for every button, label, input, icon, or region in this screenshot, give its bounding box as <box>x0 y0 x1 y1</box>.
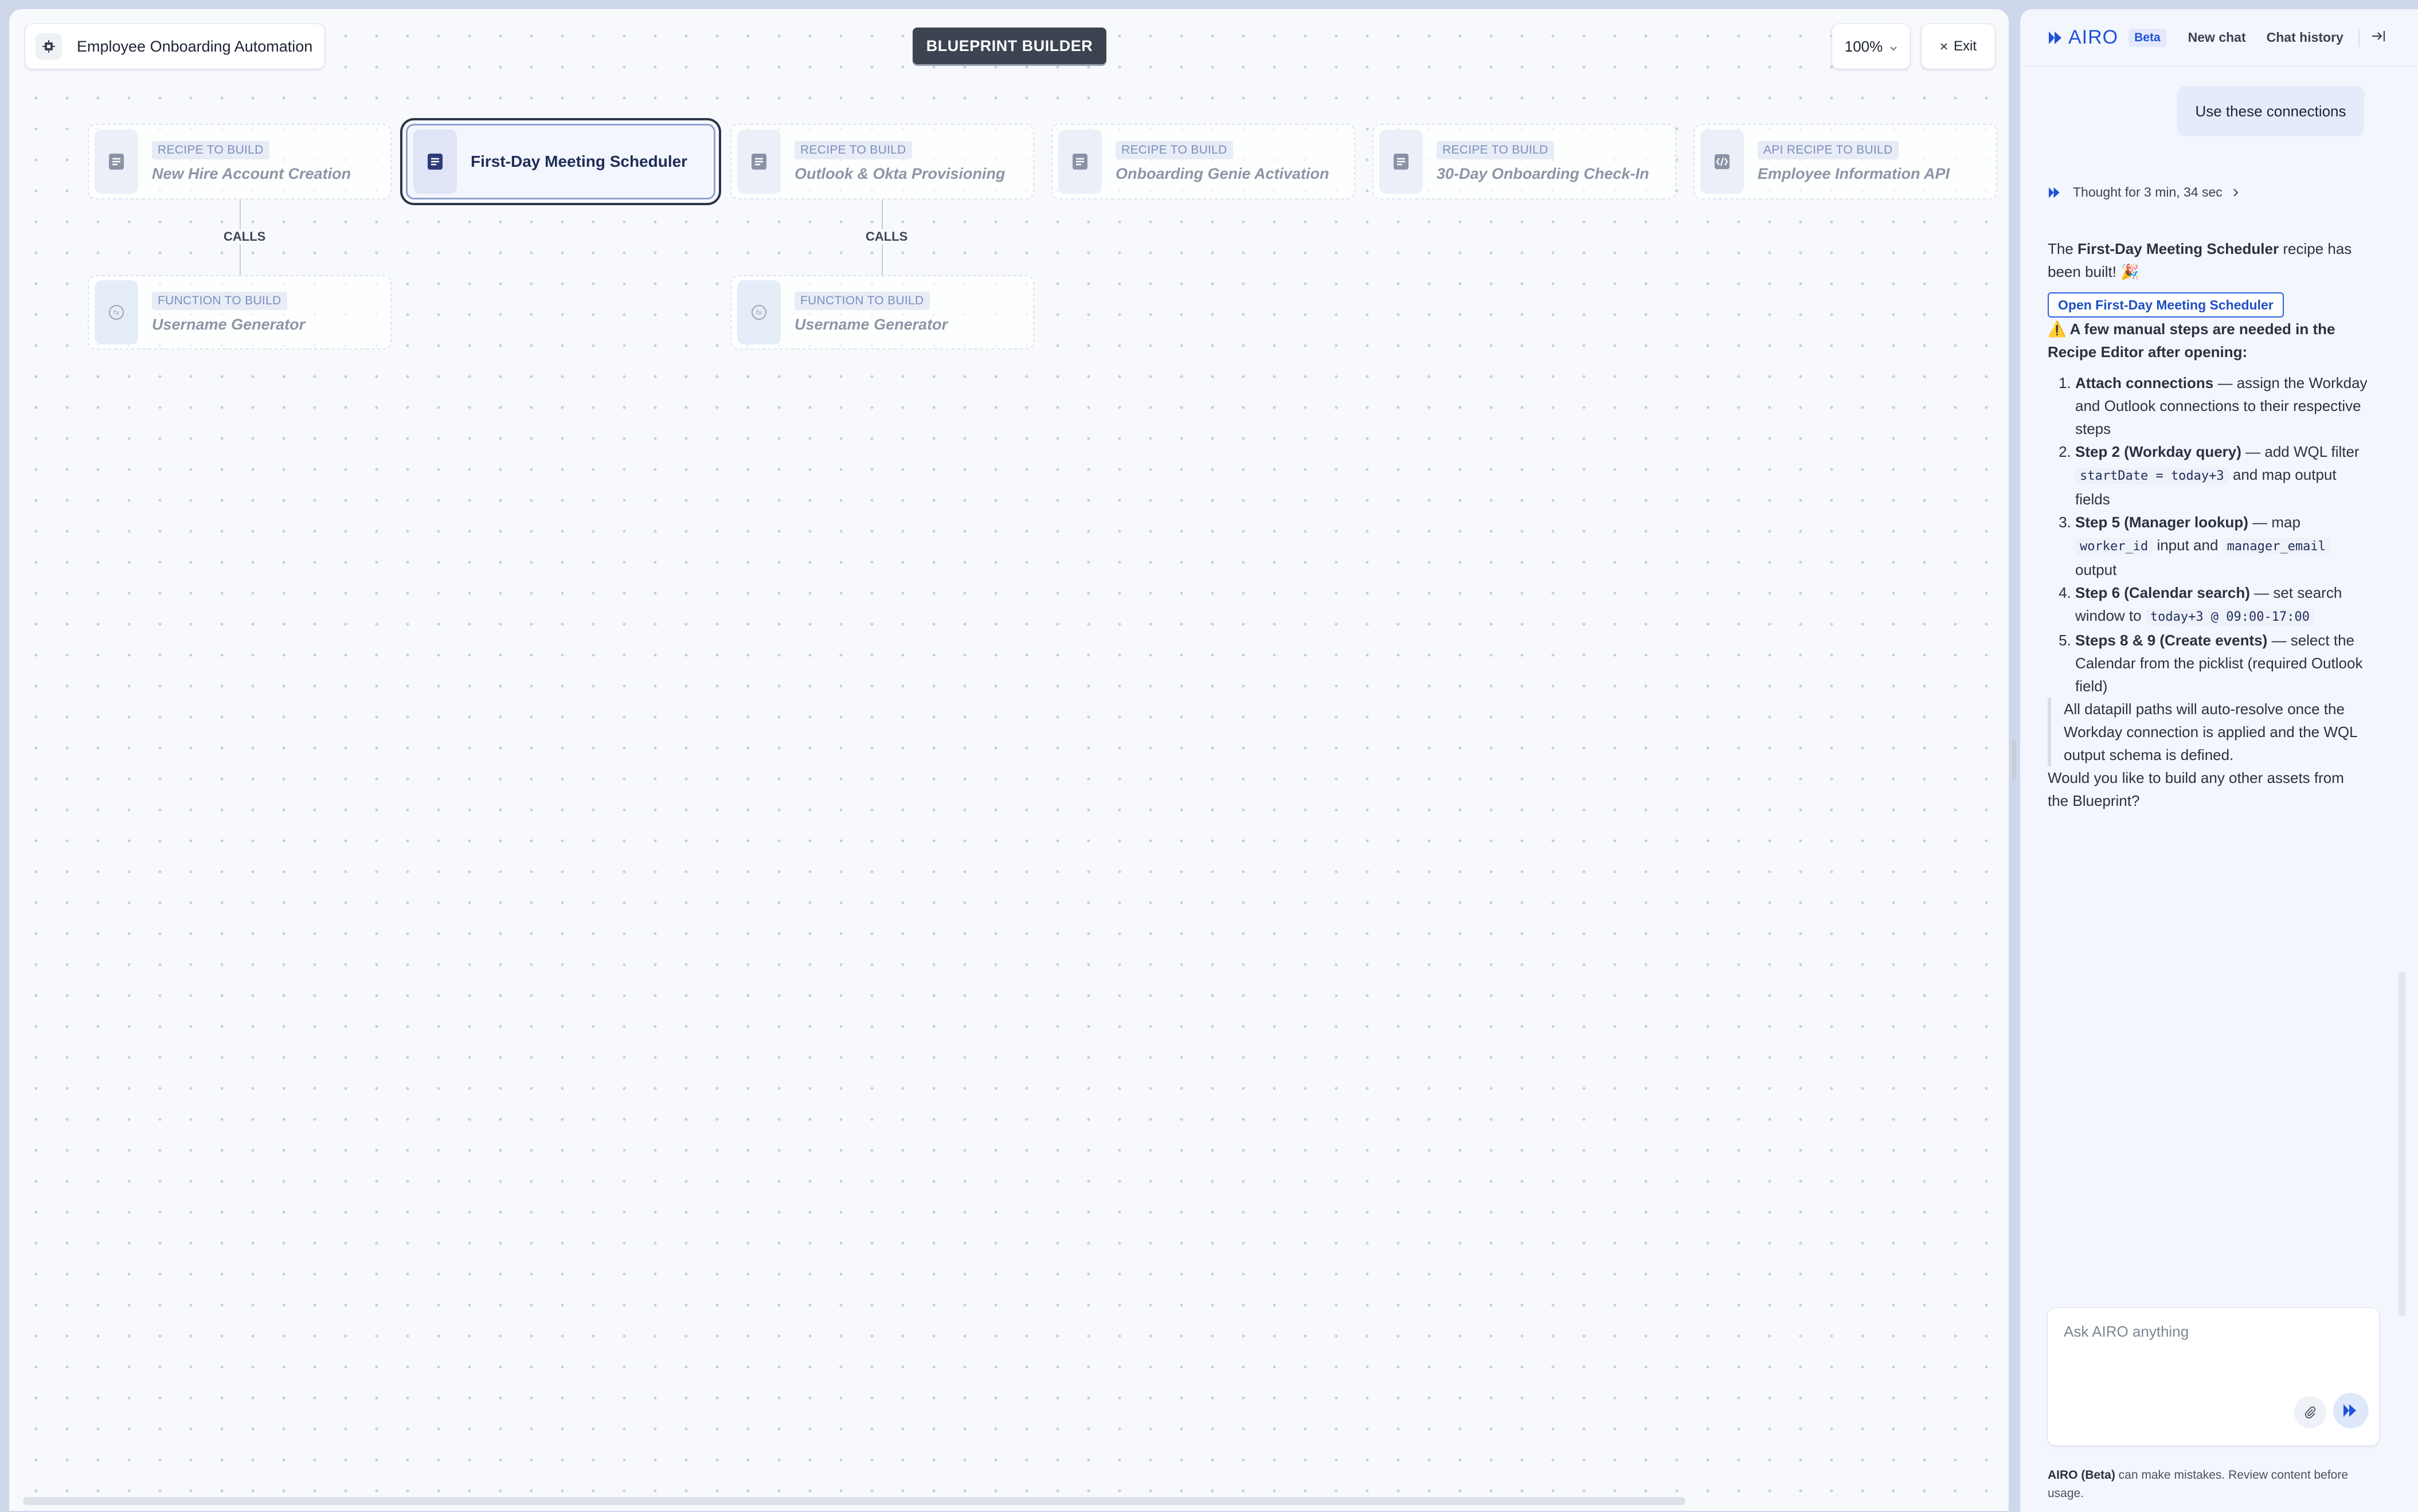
list-item: Step 2 (Workday query) — add WQL filter … <box>2075 440 2369 511</box>
list-item: Attach connections — assign the Workday … <box>2075 371 2369 440</box>
node-outlook-okta-provisioning[interactable]: RECIPE TO BUILD Outlook & Okta Provision… <box>730 124 1034 199</box>
app-icon <box>36 33 62 60</box>
open-recipe-button[interactable]: Open First-Day Meeting Scheduler <box>2048 292 2284 318</box>
user-message-bubble: Use these connections <box>2177 86 2364 136</box>
follow-up-question: Would you like to build any other assets… <box>2048 769 2344 809</box>
node-title: 30-Day Onboarding Check-In <box>1437 164 1649 182</box>
chevron-right-icon <box>2233 188 2239 197</box>
exit-button[interactable]: Exit <box>1922 24 1995 69</box>
node-first-day-meeting-scheduler[interactable]: First-Day Meeting Scheduler <box>406 124 715 199</box>
airo-logo: AIRO <box>2048 26 2118 49</box>
node-tag: RECIPE TO BUILD <box>152 140 269 159</box>
node-tag: API RECIPE TO BUILD <box>1758 140 1899 159</box>
blueprint-canvas[interactable]: Employee Onboarding Automation BLUEPRINT… <box>9 9 2009 1511</box>
node-title: Username Generator <box>795 315 948 333</box>
blueprint-builder-badge: BLUEPRINT BUILDER <box>913 28 1106 64</box>
new-chat-button[interactable]: New chat <box>2188 30 2246 45</box>
assistant-message: The First-Day Meeting Scheduler recipe h… <box>2048 237 2369 812</box>
result-intro: The First-Day Meeting Scheduler recipe h… <box>2048 240 2352 280</box>
chat-input-placeholder: Ask AIRO anything <box>2064 1323 2189 1340</box>
chat-history-button[interactable]: Chat history <box>2267 30 2343 45</box>
close-icon <box>1940 38 1948 54</box>
airo-logo-icon <box>2049 31 2061 44</box>
header-divider <box>2358 28 2360 47</box>
airo-brand: AIRO <box>2068 26 2119 48</box>
disclaimer: AIRO (Beta) can make mistakes. Review co… <box>2048 1468 2349 1500</box>
airo-logo-icon <box>2049 187 2060 198</box>
recipe-icon <box>1058 130 1102 194</box>
node-title: Outlook & Okta Provisioning <box>795 164 1005 182</box>
node-function-username-generator[interactable]: fx FUNCTION TO BUILD Username Generator <box>88 275 392 350</box>
svg-text:fx: fx <box>114 309 120 316</box>
calls-label: CALLS <box>862 229 911 244</box>
list-item: Step 5 (Manager lookup) — map worker_id … <box>2075 511 2369 581</box>
auto-resolve-note: All datapill paths will auto-resolve onc… <box>2048 698 2369 766</box>
manual-steps-list: Attach connections — assign the Workday … <box>2048 371 2369 698</box>
list-item: Step 6 (Calendar search) — set search wi… <box>2075 581 2369 629</box>
exit-label: Exit <box>1953 38 1977 54</box>
chat-panel-header: AIRO Beta New chat Chat history <box>2020 9 2418 66</box>
chat-input[interactable]: Ask AIRO anything <box>2048 1308 2379 1446</box>
function-icon: fx <box>737 280 781 344</box>
vertical-scrollbar[interactable] <box>2399 972 2405 1316</box>
node-function-username-generator[interactable]: fx FUNCTION TO BUILD Username Generator <box>730 275 1034 350</box>
node-tag: FUNCTION TO BUILD <box>795 291 930 310</box>
send-icon[interactable] <box>2333 1393 2369 1428</box>
node-title: First-Day Meeting Scheduler <box>471 152 688 170</box>
chevron-down-icon <box>1889 38 1897 56</box>
zoom-dropdown[interactable]: 100% <box>1832 24 1910 69</box>
function-icon: fx <box>95 280 138 344</box>
node-title: New Hire Account Creation <box>152 164 351 182</box>
project-title-chip[interactable]: Employee Onboarding Automation <box>25 24 324 69</box>
horizontal-scrollbar[interactable] <box>23 1497 1685 1505</box>
node-tag: RECIPE TO BUILD <box>1116 140 1233 159</box>
node-new-hire-account-creation[interactable]: RECIPE TO BUILD New Hire Account Creatio… <box>88 124 392 199</box>
svg-text:fx: fx <box>756 309 762 316</box>
beta-badge: Beta <box>2129 28 2166 47</box>
list-item: Steps 8 & 9 (Create events) — select the… <box>2075 629 2369 698</box>
node-onboarding-genie-activation[interactable]: RECIPE TO BUILD Onboarding Genie Activat… <box>1051 124 1355 199</box>
paperclip-icon[interactable] <box>2294 1396 2326 1428</box>
airo-chat-panel: AIRO Beta New chat Chat history Use thes… <box>2020 9 2418 1512</box>
node-tag: RECIPE TO BUILD <box>1437 140 1554 159</box>
node-tag: RECIPE TO BUILD <box>795 140 912 159</box>
panel-resize-handle[interactable] <box>2012 739 2016 779</box>
calls-label: CALLS <box>220 229 269 244</box>
project-title: Employee Onboarding Automation <box>77 37 313 55</box>
node-title: Username Generator <box>152 315 306 333</box>
recipe-icon <box>1379 130 1423 194</box>
api-icon <box>1700 130 1744 194</box>
node-employee-information-api[interactable]: API RECIPE TO BUILD Employee Information… <box>1693 124 1997 199</box>
collapse-panel-icon[interactable] <box>2371 29 2386 46</box>
recipe-icon <box>95 130 138 194</box>
thought-duration: Thought for 3 min, 34 sec <box>2073 185 2223 199</box>
node-tag: FUNCTION TO BUILD <box>152 291 287 310</box>
thought-toggle[interactable]: Thought for 3 min, 34 sec <box>2048 185 2239 200</box>
node-title: Onboarding Genie Activation <box>1116 164 1329 182</box>
recipe-icon <box>413 130 457 194</box>
node-30-day-onboarding-check-in[interactable]: RECIPE TO BUILD 30-Day Onboarding Check-… <box>1372 124 1676 199</box>
zoom-level: 100% <box>1844 37 1883 55</box>
recipe-icon <box>737 130 781 194</box>
manual-steps-warning: ⚠️ A few manual steps are needed in the … <box>2048 320 2335 361</box>
node-title: Employee Information API <box>1758 164 1950 182</box>
